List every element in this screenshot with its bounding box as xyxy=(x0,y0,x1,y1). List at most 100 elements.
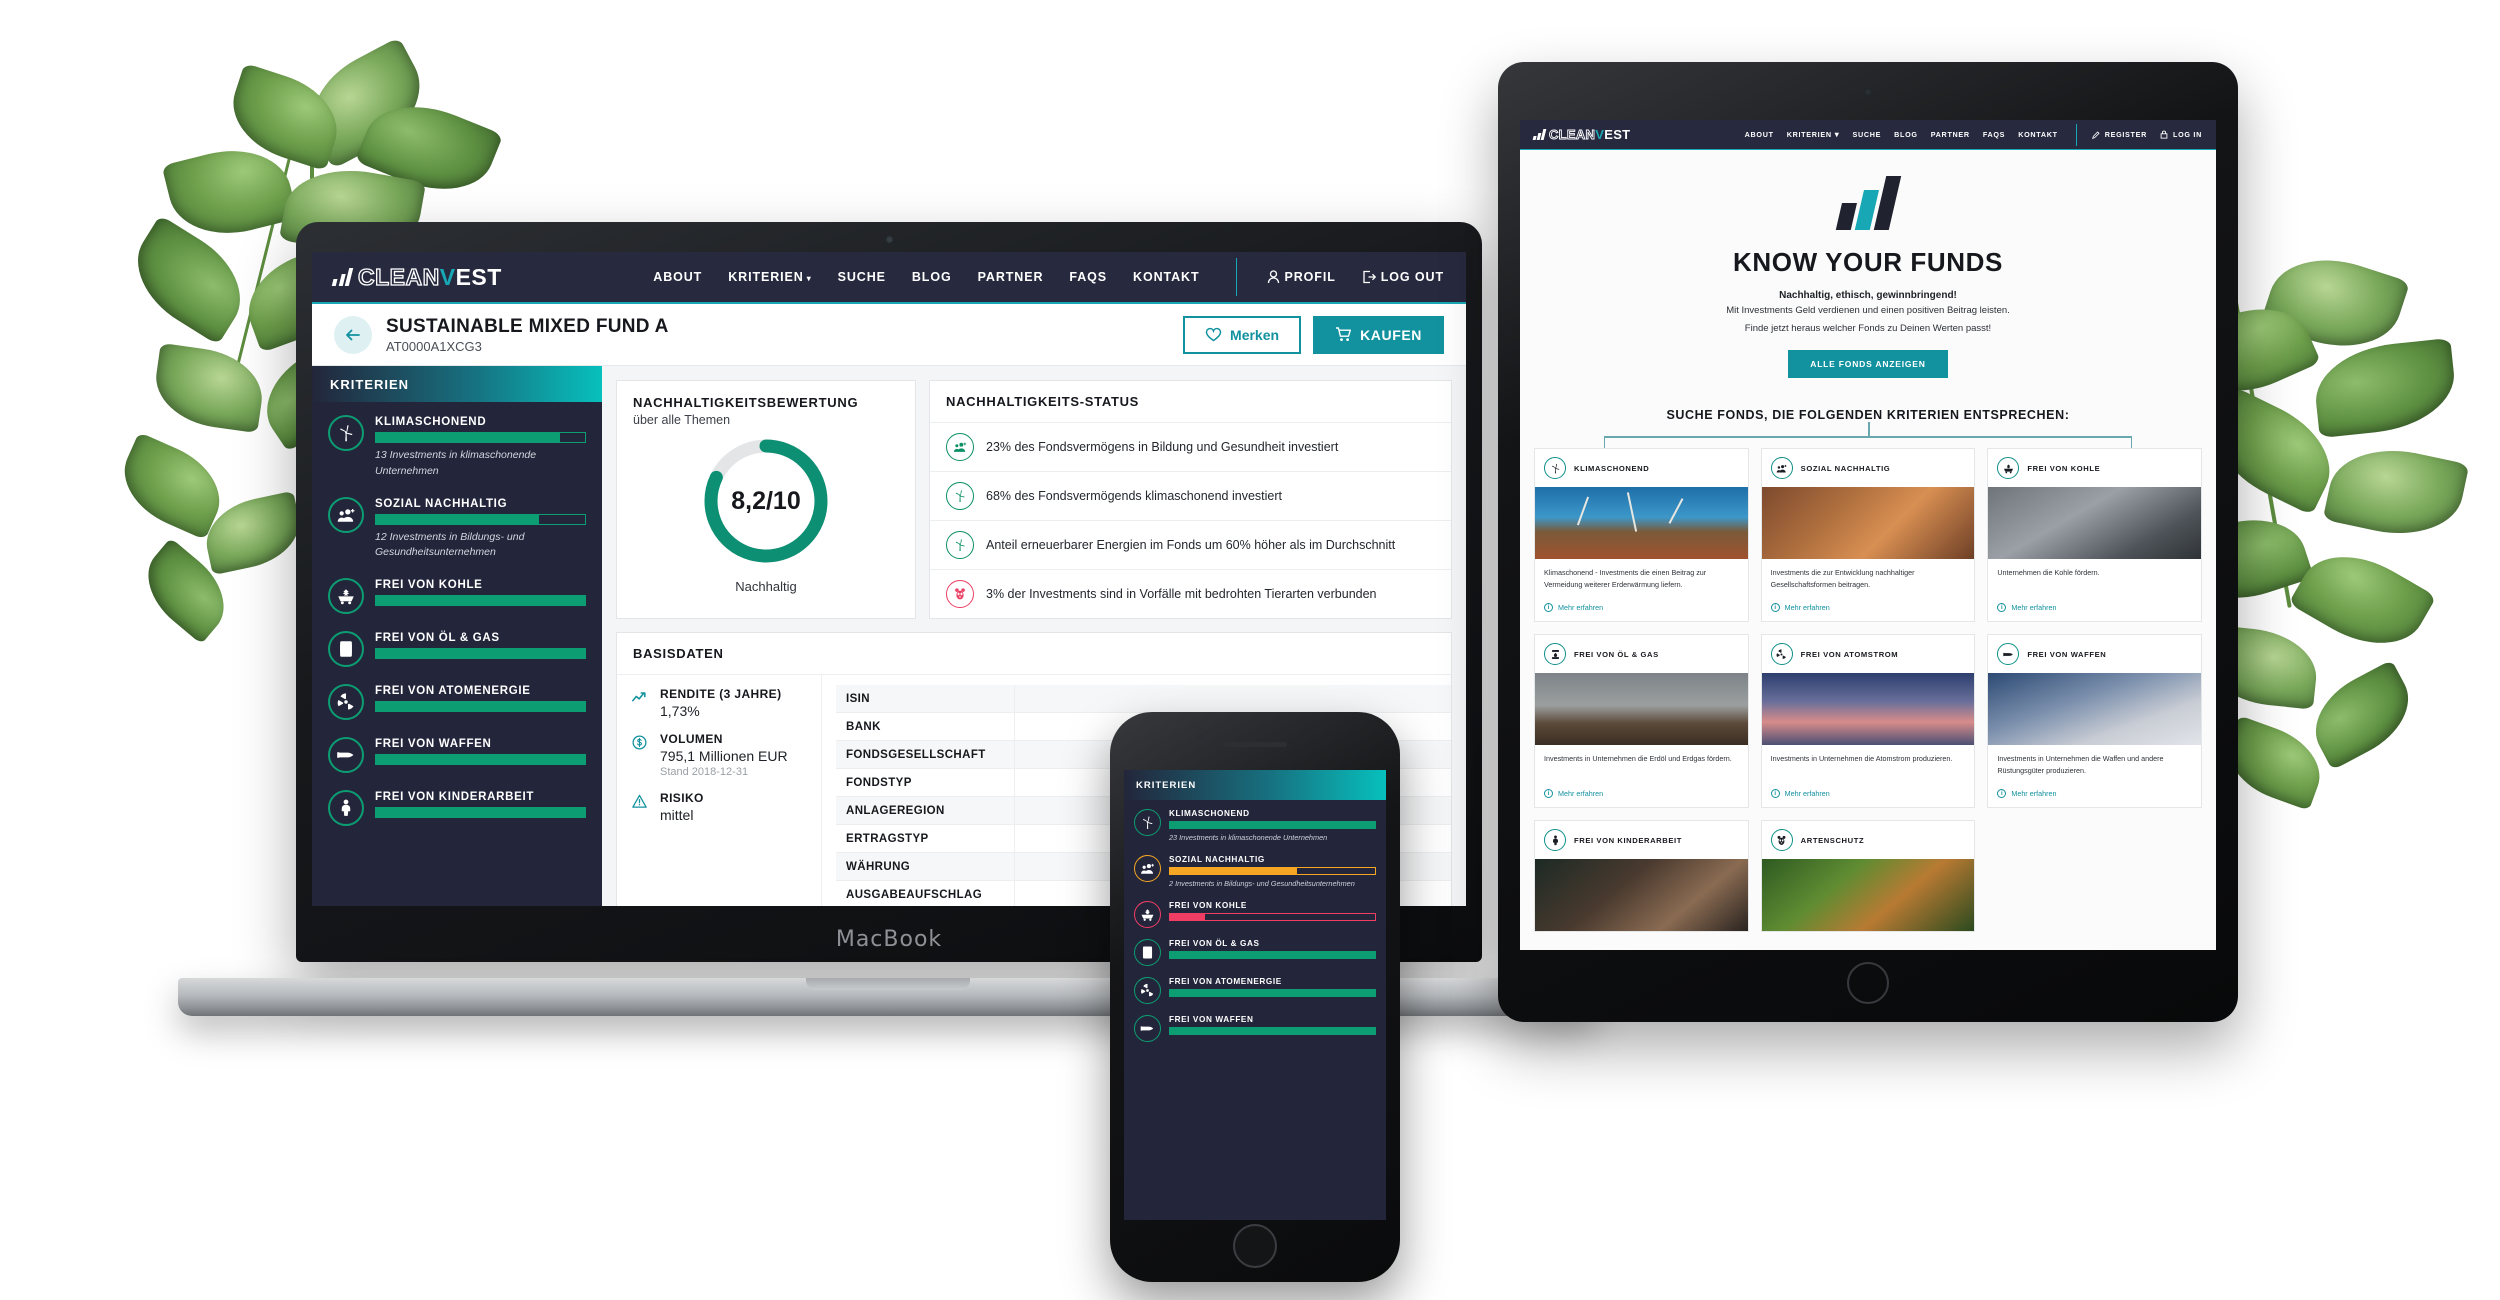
criteria-item[interactable]: FREI VON ÖL & GAS xyxy=(312,618,602,671)
mehr-erfahren-label: Mehr erfahren xyxy=(2011,789,2057,799)
nav-link-kontakt[interactable]: KONTAKT xyxy=(2018,130,2058,139)
card-header: KLIMASCHONEND xyxy=(1535,449,1748,487)
status-text: 68% des Fondsvermögends klimaschonend in… xyxy=(986,488,1282,503)
nav-link-partner[interactable]: PARTNER xyxy=(1931,130,1970,139)
nav-link-suche[interactable]: SUCHE xyxy=(838,270,886,284)
table-row-key: AUSGABEAUFSCHLAG xyxy=(846,888,983,901)
nav-link-kriterien[interactable]: KRITERIEN ▾ xyxy=(1787,130,1840,139)
criteria-card[interactable]: ARTENSCHUTZ xyxy=(1760,820,1976,933)
card-title: FREI VON ATOMSTROM xyxy=(1800,649,1899,659)
mehr-erfahren-link[interactable]: i Mehr erfahren xyxy=(1988,601,2201,621)
criteria-card[interactable]: KLIMASCHONEND Klimaschonend - Investment… xyxy=(1534,448,1749,623)
top-cards-row: NACHHALTIGKEITSBEWERTUNG über alle Theme… xyxy=(616,380,1452,619)
criteria-card[interactable]: SOZIAL NACHHALTIG Investments die zur En… xyxy=(1760,448,1976,623)
mehr-erfahren-link[interactable]: i Mehr erfahren xyxy=(1535,601,1748,621)
mehr-erfahren-link[interactable]: i Mehr erfahren xyxy=(1762,787,1975,807)
nav-link-suche[interactable]: SUCHE xyxy=(1852,130,1881,139)
card-description: Klimaschonend - Investments die einen Be… xyxy=(1544,568,1707,589)
nav-link-kriterien[interactable]: KRITERIEN ▾ xyxy=(728,270,811,284)
criteria-card[interactable]: FREI VON KOHLE Unternehmen die Kohle för… xyxy=(1987,448,2202,623)
criteria-item[interactable]: FREI VON ÖL & GAS xyxy=(1124,930,1386,968)
alle-fonds-anzeigen-button[interactable]: ALLE FONDS ANZEIGEN xyxy=(1788,350,1948,379)
criteria-item[interactable]: FREI VON ATOMENERGIE xyxy=(312,671,602,724)
table-row-key: FONDSGESELLSCHAFT xyxy=(846,748,986,761)
mehr-erfahren-link[interactable]: i Mehr erfahren xyxy=(1535,787,1748,807)
criteria-item[interactable]: SOZIAL NACHHALTIG 12 Investments in Bild… xyxy=(312,484,602,566)
merken-label: Merken xyxy=(1230,326,1280,343)
criteria-card[interactable]: FREI VON ATOMSTROM Investments in Untern… xyxy=(1760,634,1976,809)
windmill-icon xyxy=(946,531,974,559)
brand-mark-icon xyxy=(1835,176,1901,230)
status-row: 68% des Fondsvermögends klimaschonend in… xyxy=(930,472,1451,521)
table-row-key: FONDSTYP xyxy=(846,776,912,789)
iphone-body: KRITERIEN KLIMASCHONEND 23 Investments i… xyxy=(1110,712,1400,1282)
criteria-progress-bar xyxy=(375,513,586,525)
info-icon: i xyxy=(1770,789,1780,799)
criteria-item[interactable]: FREI VON KOHLE xyxy=(312,565,602,618)
ipad-home-button[interactable] xyxy=(1847,962,1889,1004)
criteria-label: SOZIAL NACHHALTIG xyxy=(375,497,508,510)
merken-button[interactable]: Merken xyxy=(1183,315,1302,354)
criteria-item[interactable]: FREI VON WAFFEN xyxy=(1124,1006,1386,1044)
nav-link-faqs[interactable]: FAQS xyxy=(1983,130,2005,139)
bullet-icon xyxy=(328,737,364,773)
criteria-item[interactable]: KLIMASCHONEND 13 Investments in klimasch… xyxy=(312,402,602,484)
chevron-down-icon: ▾ xyxy=(1834,130,1840,139)
mehr-erfahren-link[interactable]: i Mehr erfahren xyxy=(1988,787,2201,807)
criteria-progress-bar xyxy=(1169,821,1376,829)
nav-link-about[interactable]: ABOUT xyxy=(1745,130,1774,139)
card-title: ARTENSCHUTZ xyxy=(1800,835,1865,845)
sidebar-title: KRITERIEN xyxy=(312,366,602,402)
mehr-erfahren-link[interactable]: i Mehr erfahren xyxy=(1762,601,1975,621)
nav-link-login[interactable]: LOG IN xyxy=(2160,130,2202,139)
fund-actions: Merken KAUFEN xyxy=(1183,315,1444,354)
metric-label: VOLUMEN xyxy=(660,732,723,746)
criteria-progress-bar xyxy=(375,648,586,659)
child-icon xyxy=(328,790,364,826)
criteria-label: FREI VON ÖL & GAS xyxy=(375,632,500,644)
status-text: 23% des Fondsvermögens in Bildung und Ge… xyxy=(986,439,1339,454)
basisdaten-metric: RISIKO mittel xyxy=(631,791,807,823)
nav-link-register[interactable]: REGISTER xyxy=(2091,130,2147,139)
nav-link-kontakt[interactable]: KONTAKT xyxy=(1133,270,1199,284)
iphone-home-button[interactable] xyxy=(1233,1224,1277,1268)
criteria-item[interactable]: FREI VON WAFFEN xyxy=(312,724,602,777)
back-button[interactable] xyxy=(334,315,372,354)
card-image xyxy=(1761,859,1975,932)
panda-icon xyxy=(1770,829,1793,852)
criteria-item[interactable]: FREI VON KOHLE xyxy=(1124,892,1386,930)
criteria-progress-bar xyxy=(375,432,586,443)
criteria-item[interactable]: FREI VON ATOMENERGIE xyxy=(1124,968,1386,1006)
nav-link-logout[interactable]: LOG OUT xyxy=(1362,270,1444,284)
kaufen-label: KAUFEN xyxy=(1360,326,1422,343)
nav-link-partner[interactable]: PARTNER xyxy=(978,270,1044,284)
laptop-logo[interactable]: CLEANVEST xyxy=(331,263,502,291)
sustainability-rating-card: NACHHALTIGKEITSBEWERTUNG über alle Theme… xyxy=(616,380,916,619)
criteria-card[interactable]: FREI VON WAFFEN Investments in Unternehm… xyxy=(1987,634,2202,809)
kaufen-button[interactable]: KAUFEN xyxy=(1313,315,1444,354)
nav-link-faqs[interactable]: FAQS xyxy=(1069,270,1107,284)
nav-link-about[interactable]: ABOUT xyxy=(653,270,702,284)
criteria-item[interactable]: KLIMASCHONEND 23 Investments in klimasch… xyxy=(1124,800,1386,846)
criteria-item[interactable]: SOZIAL NACHHALTIG 2 Investments in Bildu… xyxy=(1124,846,1386,892)
criteria-label: SOZIAL NACHHALTIG xyxy=(1169,854,1265,864)
ipad-device: CLEANVEST ABOUT KRITERIEN ▾ SUCHE BLOG PA… xyxy=(1498,62,2238,1022)
card-header: FREI VON KOHLE xyxy=(1988,449,2201,487)
nav-link-blog[interactable]: BLOG xyxy=(912,270,952,284)
chevron-down-icon: ▾ xyxy=(806,274,812,283)
metric-label: RISIKO xyxy=(660,791,704,805)
lock-icon xyxy=(2160,130,2168,139)
nav-divider xyxy=(2075,123,2077,146)
criteria-description: 23 Investments in klimaschonende Unterne… xyxy=(1169,833,1328,842)
logo-wordmark: CLEANVEST xyxy=(1548,127,1631,143)
tablet-logo[interactable]: CLEANVEST xyxy=(1532,127,1631,143)
criteria-label: KLIMASCHONEND xyxy=(1169,809,1250,818)
logo-bars-icon xyxy=(1532,129,1547,140)
criteria-card[interactable]: FREI VON KINDERARBEIT xyxy=(1534,820,1749,933)
criteria-progress-bar xyxy=(1169,988,1376,997)
criteria-item[interactable]: FREI VON KINDERARBEIT xyxy=(312,777,602,830)
nav-link-profil[interactable]: PROFIL xyxy=(1267,270,1336,284)
criteria-card[interactable]: FREI VON ÖL & GAS Investments in Unterne… xyxy=(1534,634,1749,809)
table-row-key: BANK xyxy=(846,720,881,733)
nav-link-blog[interactable]: BLOG xyxy=(1894,130,1918,139)
